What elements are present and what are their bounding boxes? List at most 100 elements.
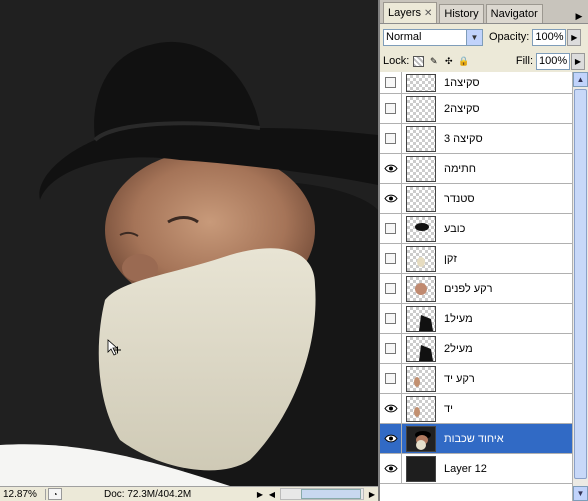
layer-row[interactable]: זקן (380, 244, 572, 274)
hidden-box-icon (385, 133, 396, 144)
layer-thumbnail (406, 95, 436, 122)
lock-position-move-icon[interactable]: ✣ (443, 56, 454, 67)
visibility-toggle[interactable] (380, 394, 402, 423)
layer-name[interactable]: כובע (444, 223, 465, 235)
layer-name[interactable]: רקע יד (444, 373, 475, 385)
layer-thumbnail (406, 185, 436, 212)
layer-name[interactable]: מעיל2 (444, 343, 473, 355)
layer-thumbnail (406, 245, 436, 272)
eye-icon (383, 164, 398, 173)
visibility-toggle[interactable] (380, 274, 402, 303)
layer-thumbnail (406, 73, 436, 92)
layer-row[interactable]: סקיצה1 (380, 72, 572, 94)
layer-thumbnail (406, 305, 436, 332)
vertical-scroll-thumb[interactable] (574, 89, 587, 479)
layer-row[interactable]: מעיל2 (380, 334, 572, 364)
eye-icon (383, 194, 398, 203)
visibility-toggle[interactable] (380, 184, 402, 213)
blend-mode-select[interactable]: Normal ▼ (383, 28, 483, 46)
status-options-icon[interactable]: ◔ (48, 488, 62, 500)
visibility-toggle[interactable] (380, 334, 402, 363)
hidden-box-icon (385, 283, 396, 294)
layer-thumbnail (406, 395, 436, 422)
scroll-down-icon[interactable]: ▼ (573, 486, 588, 501)
scroll-left-icon[interactable]: ◀ (266, 488, 278, 500)
visibility-toggle[interactable] (380, 154, 402, 183)
fill-slider-arrow-icon[interactable]: ▶ (571, 52, 585, 70)
visibility-toggle[interactable] (380, 364, 402, 393)
layer-row[interactable]: יד (380, 394, 572, 424)
layer-row[interactable]: מעיל1 (380, 304, 572, 334)
tab-navigator[interactable]: Navigator (485, 4, 543, 23)
horizontal-scrollbar[interactable] (280, 488, 364, 500)
lock-label: Lock: (383, 55, 410, 67)
layer-name[interactable]: חתימה (444, 163, 476, 175)
scroll-up-icon[interactable]: ▲ (573, 72, 588, 87)
visibility-toggle[interactable] (380, 454, 402, 483)
tab-history[interactable]: History (439, 4, 484, 23)
layer-name[interactable]: מעיל1 (444, 313, 473, 325)
layer-row[interactable]: סקיצה 3 (380, 124, 572, 154)
document-canvas[interactable] (0, 0, 378, 486)
hidden-box-icon (385, 77, 396, 88)
lock-pixels-brush-icon[interactable]: ✎ (428, 56, 439, 67)
visibility-toggle[interactable] (380, 244, 402, 273)
horizontal-scroll-thumb[interactable] (301, 489, 361, 499)
fill-field[interactable]: 100% (536, 52, 570, 70)
portrait-artwork (0, 0, 378, 486)
visibility-toggle[interactable] (380, 304, 402, 333)
layer-row[interactable]: חתימה (380, 154, 572, 184)
layer-name[interactable]: יד (444, 403, 453, 415)
layer-name[interactable]: איחוד שכבות (444, 433, 504, 445)
layer-name[interactable]: סקיצה2 (444, 103, 480, 115)
opacity-field[interactable]: 100% (532, 28, 567, 46)
layer-name[interactable]: זקן (444, 253, 457, 265)
layer-row[interactable]: איחוד שכבות (380, 424, 572, 454)
layer-row[interactable]: כובע (380, 214, 572, 244)
lock-fill-row: Lock: ✎ ✣ 🔒 Fill: 100% ▶ (380, 50, 588, 73)
hidden-box-icon (385, 313, 396, 324)
visibility-toggle[interactable] (380, 124, 402, 153)
fill-label: Fill: (515, 55, 533, 67)
layer-thumbnail (406, 365, 436, 392)
layer-name[interactable]: סקיצה 3 (444, 133, 483, 145)
visibility-toggle[interactable] (380, 214, 402, 243)
hidden-box-icon (385, 373, 396, 384)
layer-list: סקיצה1 סקיצה2 סקיצה 3 חתימה סטנדר כובע זקן רקע … (380, 72, 572, 501)
status-menu-arrow-icon[interactable]: ▶ (254, 488, 266, 500)
layer-row[interactable]: רקע לפנים (380, 274, 572, 304)
layer-name[interactable]: סטנדר (444, 193, 475, 205)
layer-row[interactable]: סקיצה2 (380, 94, 572, 124)
scroll-right-icon[interactable]: ▶ (366, 488, 378, 500)
eye-icon (383, 434, 398, 443)
lock-all-padlock-icon[interactable]: 🔒 (458, 56, 469, 67)
visibility-toggle[interactable] (380, 72, 402, 93)
lock-transparency-icon[interactable] (413, 55, 425, 67)
layer-name[interactable]: סקיצה1 (444, 77, 480, 89)
chevron-down-icon[interactable]: ▼ (466, 29, 482, 45)
close-tab-icon[interactable]: ✕ (424, 8, 432, 19)
eye-icon (383, 404, 398, 413)
zoom-level[interactable]: 12.87% (0, 488, 46, 500)
layer-row[interactable]: רקע יד (380, 364, 572, 394)
layer-name[interactable]: Layer 12 (444, 463, 487, 475)
blend-opacity-row: Normal ▼ Opacity: 100% ▶ (380, 24, 588, 50)
layer-thumbnail (406, 125, 436, 152)
panel-menu-icon[interactable]: ▶ (573, 9, 585, 23)
tab-navigator-label: Navigator (490, 8, 538, 20)
blend-mode-value: Normal (386, 31, 422, 43)
panel-tabs: Layers ✕ History Navigator ▶ (380, 0, 588, 24)
tab-layers[interactable]: Layers ✕ (383, 2, 438, 23)
opacity-slider-arrow-icon[interactable]: ▶ (567, 28, 582, 46)
layer-row[interactable]: סטנדר (380, 184, 572, 214)
document-size: Doc: 72.3M/404.2M (104, 488, 192, 500)
eye-icon (383, 464, 398, 473)
visibility-toggle[interactable] (380, 94, 402, 123)
layer-thumbnail (406, 455, 436, 482)
layer-name[interactable]: רקע לפנים (444, 283, 493, 295)
layer-row[interactable]: Layer 12 (380, 454, 572, 484)
hidden-box-icon (385, 343, 396, 354)
layers-vertical-scrollbar[interactable]: ▲ ▼ (572, 72, 588, 501)
visibility-toggle[interactable] (380, 424, 402, 453)
layer-thumbnail (406, 275, 436, 302)
